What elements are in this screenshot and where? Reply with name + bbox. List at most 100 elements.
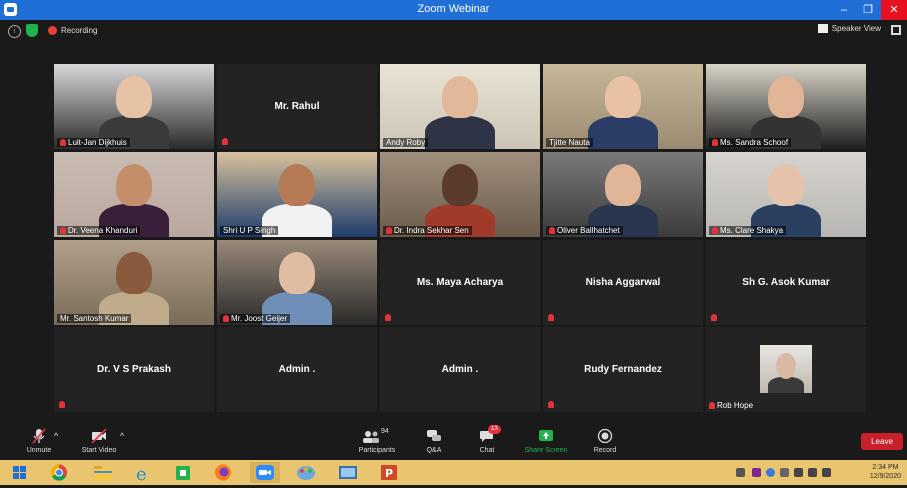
participant-tile[interactable]: Oliver Ballhatchet	[543, 152, 703, 237]
unmute-button[interactable]: Unmute	[22, 428, 56, 454]
participant-tile[interactable]: Sh G. Asok Kumar	[706, 240, 866, 325]
tray-cloud-icon[interactable]	[766, 468, 775, 477]
participant-name: Sh G. Asok Kumar	[742, 276, 830, 288]
participant-tile[interactable]: Luit-Jan Dijkhuis	[54, 64, 214, 149]
record-icon	[597, 428, 613, 444]
participant-video	[706, 152, 866, 237]
muted-mic-icon	[549, 227, 555, 234]
chat-icon: 13	[479, 425, 501, 444]
participant-tile[interactable]: Admin .	[380, 327, 540, 412]
chat-badge: 13	[488, 425, 501, 434]
avatar	[760, 345, 812, 393]
muted-mic-icon	[712, 139, 718, 146]
participant-tile[interactable]: Mr. Santosh Kumar	[54, 240, 214, 325]
participant-name-label: Oliver Ballhatchet	[546, 226, 623, 235]
participant-tile[interactable]: Shri U P Singh	[217, 152, 377, 237]
qa-button[interactable]: Q&A	[424, 428, 444, 454]
participant-tile[interactable]: Dr. Veena Khanduri	[54, 152, 214, 237]
participant-tile[interactable]: Rudy Fernandez	[543, 327, 703, 412]
close-button[interactable]: ✕	[881, 0, 907, 20]
start-button[interactable]	[6, 462, 34, 483]
paint-icon[interactable]	[291, 462, 321, 483]
qa-icon	[426, 428, 442, 444]
participant-name-label: Mr. Santosh Kumar	[57, 314, 132, 323]
zoom-taskbar-icon[interactable]	[250, 462, 280, 483]
svg-text:P: P	[385, 467, 393, 480]
participant-tile[interactable]: Ms. Clare Shakya	[706, 152, 866, 237]
muted-mic-icon	[709, 402, 715, 409]
chat-button[interactable]: 13 Chat	[476, 425, 501, 454]
start-video-button[interactable]: Start Video	[79, 428, 119, 454]
participant-tile[interactable]: Mr. Rahul	[217, 64, 377, 149]
pictures-icon[interactable]	[333, 462, 363, 483]
muted-mic-icon	[711, 314, 717, 321]
tray-warning-icon[interactable]	[736, 468, 745, 477]
participant-name: Dr. Veena Khanduri	[68, 226, 138, 235]
muted-mic-icon	[386, 227, 392, 234]
maximize-button[interactable]: ❐	[857, 0, 879, 20]
muted-mic-icon	[548, 401, 554, 408]
minimize-button[interactable]: –	[833, 0, 855, 20]
participant-name-label: Andy Roby	[383, 138, 429, 147]
participant-name-label: Ms. Clare Shakya	[709, 226, 787, 235]
participant-video	[706, 64, 866, 149]
leave-button[interactable]: Leave	[861, 433, 903, 450]
share-screen-button[interactable]: Share Screen	[522, 428, 570, 454]
participant-name: Oliver Ballhatchet	[557, 226, 620, 235]
meeting-info-icon[interactable]: i	[8, 25, 21, 38]
tray-network-icon[interactable]	[808, 468, 817, 477]
start-video-label: Start Video	[81, 447, 117, 454]
participants-label: Participants	[358, 447, 396, 454]
tray-onedrive-icon[interactable]	[780, 468, 789, 477]
audio-options-caret[interactable]: ^	[54, 431, 58, 441]
taskbar-clock[interactable]: 2:34 PM 12/9/2020	[870, 463, 901, 481]
participant-name-label: Dr. Indra Sekhar Sen	[383, 226, 472, 235]
participant-tile[interactable]: Andy Roby	[380, 64, 540, 149]
fullscreen-icon[interactable]	[891, 25, 901, 35]
participants-button[interactable]: 94 Participants	[355, 428, 399, 454]
participant-tile[interactable]: Tjitte Nauta	[543, 64, 703, 149]
participant-name: Rudy Fernandez	[584, 363, 662, 375]
video-off-icon	[91, 428, 107, 444]
chrome-icon[interactable]	[44, 462, 74, 483]
muted-mic-icon	[548, 314, 554, 321]
window-titlebar: Zoom Webinar – ❐ ✕	[0, 0, 907, 20]
participant-tile[interactable]: Dr. Indra Sekhar Sen	[380, 152, 540, 237]
participant-name: Shri U P Singh	[223, 226, 276, 235]
participant-name-label: Shri U P Singh	[220, 226, 279, 235]
participant-name: Luit-Jan Dijkhuis	[68, 138, 127, 147]
participant-video	[543, 152, 703, 237]
participant-tile[interactable]: Ms. Sandra Schoof	[706, 64, 866, 149]
recording-icon	[48, 26, 57, 35]
participant-tile[interactable]: Admin .	[217, 327, 377, 412]
qa-label: Q&A	[426, 447, 442, 454]
svg-text:e: e	[136, 464, 147, 483]
firefox-icon[interactable]	[208, 462, 238, 483]
tray-flag-icon[interactable]	[794, 468, 803, 477]
participant-tile[interactable]: Dr. V S Prakash	[54, 327, 214, 412]
participant-name: Dr. V S Prakash	[97, 363, 171, 375]
tray-onenote-icon[interactable]	[752, 468, 761, 477]
participant-name: Admin .	[441, 363, 479, 375]
tray-volume-icon[interactable]	[822, 468, 831, 477]
participant-video	[54, 64, 214, 149]
record-button[interactable]: Record	[591, 428, 619, 454]
participant-name-label: Tjitte Nauta	[546, 138, 593, 147]
encryption-shield-icon[interactable]	[26, 24, 38, 37]
chat-label: Chat	[479, 447, 495, 454]
participant-tile[interactable]: Mr. Joost Geijer	[217, 240, 377, 325]
powerpoint-icon[interactable]: P	[374, 462, 404, 483]
internet-explorer-icon[interactable]: e	[128, 462, 158, 485]
participant-tile[interactable]: Rob Hope	[706, 327, 866, 412]
muted-mic-icon	[60, 139, 66, 146]
file-explorer-icon[interactable]	[88, 462, 118, 483]
participant-video	[54, 240, 214, 325]
participant-tile[interactable]: Nisha Aggarwal	[543, 240, 703, 325]
speaker-view-button[interactable]: Speaker View	[817, 24, 881, 33]
participant-video	[380, 152, 540, 237]
share-screen-icon	[538, 428, 554, 444]
participants-icon: 94	[362, 428, 392, 444]
participant-tile[interactable]: Ms. Maya Acharya	[380, 240, 540, 325]
video-options-caret[interactable]: ^	[120, 431, 124, 441]
store-icon[interactable]	[168, 462, 198, 483]
